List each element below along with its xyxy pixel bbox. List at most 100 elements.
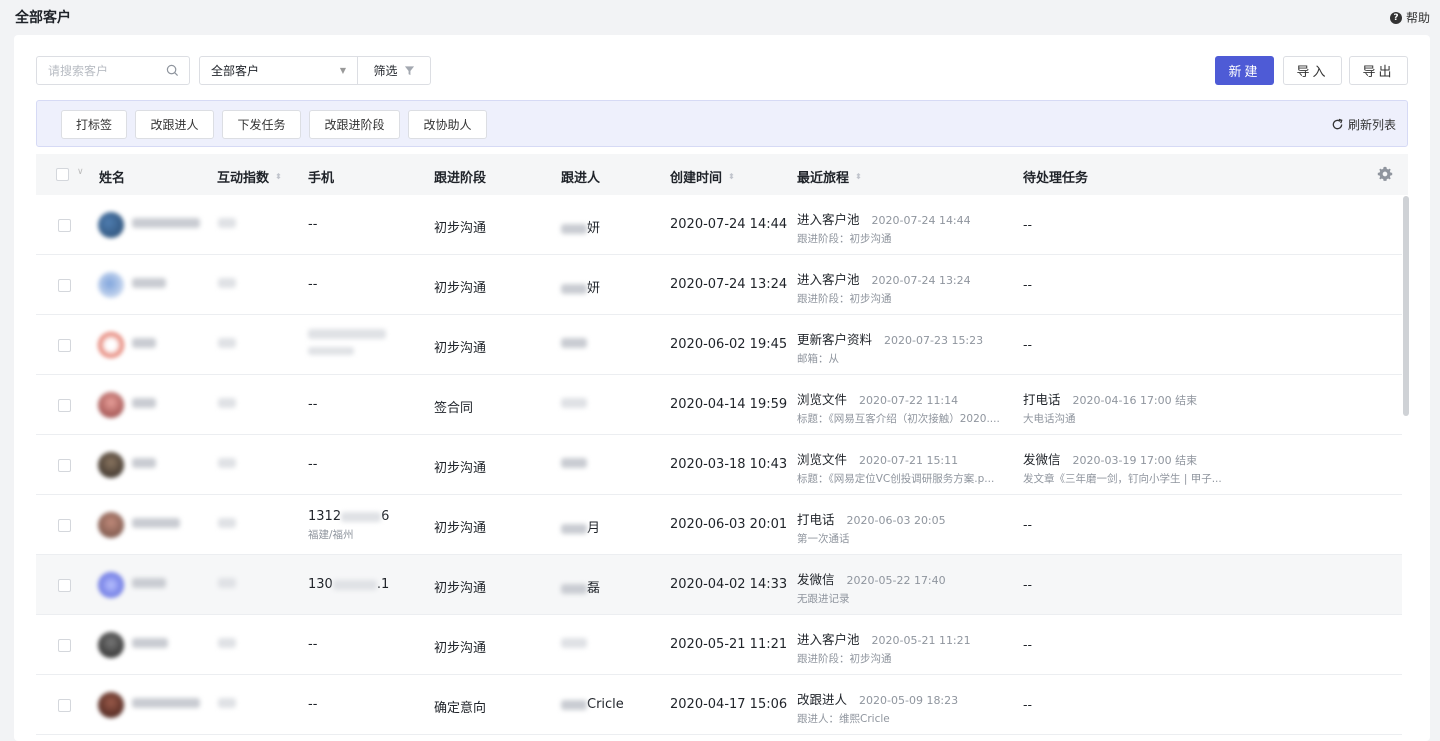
interaction-index: [218, 278, 236, 288]
follower: [561, 638, 587, 648]
table-row[interactable]: -- 签合同 2020-04-14 19:59 浏览文件 2020-07-22 1…: [36, 375, 1402, 435]
phone: --: [308, 277, 318, 292]
page-title: 全部客户: [15, 10, 71, 26]
interaction-index: [218, 578, 236, 588]
row-checkbox[interactable]: [58, 579, 71, 592]
row-checkbox[interactable]: [58, 519, 71, 532]
recent-journey: 浏览文件 2020-07-21 15:11 标题：《网易定位VC创投调研服务方案.…: [797, 452, 995, 485]
filter-label: 筛选: [373, 64, 398, 78]
search-box[interactable]: [36, 56, 190, 85]
column-header-follower: 跟进人: [561, 171, 601, 186]
follower: 磊: [561, 577, 600, 596]
new-customer-button[interactable]: 新建: [1215, 56, 1274, 85]
phone: --: [308, 457, 318, 472]
table-row[interactable]: -- 初步沟通 2020-03-18 10:43 浏览文件 2020-07-21 …: [36, 435, 1402, 495]
interaction-index: [218, 398, 236, 408]
table-row[interactable]: -- 确定意向 Cricle 2020-04-17 15:06 改跟进人 2020…: [36, 675, 1402, 735]
scope-select[interactable]: 全部客户 ▼: [200, 57, 358, 84]
recent-journey: 进入客户池 2020-07-24 14:44 跟进阶段：初步沟通: [797, 212, 971, 245]
help-link[interactable]: ? 帮助: [1389, 9, 1430, 26]
row-checkbox[interactable]: [58, 639, 71, 652]
chevron-down-icon[interactable]: ∨: [77, 167, 84, 177]
row-checkbox[interactable]: [58, 339, 71, 352]
table-scrollbar[interactable]: [1403, 196, 1409, 416]
pending-task: --: [1023, 637, 1033, 652]
search-input[interactable]: [48, 57, 168, 84]
column-header-interaction[interactable]: 互动指数 ⬍: [217, 167, 282, 186]
phone-region: [308, 347, 354, 355]
row-checkbox[interactable]: [58, 279, 71, 292]
column-header-created[interactable]: 创建时间 ⬍: [670, 167, 735, 186]
customer-name[interactable]: [132, 458, 156, 468]
filter-icon: [404, 66, 414, 76]
toolbar: 全部客户 ▼ 筛选 新建 导入 导出: [36, 56, 1408, 86]
export-button[interactable]: 导出: [1349, 56, 1408, 85]
table-row[interactable]: -- 初步沟通 2020-05-21 11:21 进入客户池 2020-05-21…: [36, 615, 1402, 675]
stage: 初步沟通: [434, 281, 487, 296]
settings-gear-icon[interactable]: [1376, 165, 1394, 183]
avatar: [98, 272, 124, 298]
change-follower-button[interactable]: 改跟进人: [135, 110, 214, 139]
help-icon: ?: [1389, 11, 1402, 24]
customer-name[interactable]: [132, 578, 166, 588]
table-row[interactable]: -- 初步沟通 妍 2020-07-24 14:44 进入客户池 2020-07-…: [36, 195, 1402, 255]
change-assistant-button[interactable]: 改协助人: [408, 110, 487, 139]
avatar: [98, 692, 124, 718]
table-row[interactable]: 初步沟通 2020-06-02 19:45 更新客户资料 2020-07-23 1…: [36, 315, 1402, 375]
stage: 初步沟通: [434, 341, 487, 356]
follower: 月: [561, 517, 600, 536]
search-icon[interactable]: [166, 64, 179, 77]
phone: --: [308, 397, 318, 412]
customer-table-body: -- 初步沟通 妍 2020-07-24 14:44 进入客户池 2020-07-…: [36, 195, 1402, 741]
avatar: [98, 392, 124, 418]
row-checkbox[interactable]: [58, 699, 71, 712]
assign-task-button[interactable]: 下发任务: [222, 110, 301, 139]
recent-journey: 更新客户资料 2020-07-23 15:23 邮箱：从: [797, 332, 984, 365]
refresh-list-button[interactable]: 刷新列表: [1331, 116, 1396, 133]
phone: --: [308, 637, 318, 652]
row-checkbox[interactable]: [58, 219, 71, 232]
scope-filter-group: 全部客户 ▼ 筛选: [199, 56, 431, 85]
avatar: [98, 632, 124, 658]
follower: Cricle: [561, 697, 624, 712]
stage: 初步沟通: [434, 641, 487, 656]
change-stage-button[interactable]: 改跟进阶段: [309, 110, 400, 139]
interaction-index: [218, 518, 236, 528]
interaction-index: [218, 338, 236, 348]
created-time: 2020-06-03 20:01: [670, 517, 788, 532]
tag-button[interactable]: 打标签: [61, 110, 127, 139]
customer-name[interactable]: [132, 518, 180, 528]
filter-button[interactable]: 筛选: [358, 57, 430, 84]
table-header: ∨ 姓名 互动指数 ⬍ 手机 跟进阶段 跟进人 创建时间 ⬍ 最近旅程 ⬍ 待处理任务: [36, 154, 1408, 195]
created-time: 2020-03-18 10:43: [670, 457, 788, 472]
import-button[interactable]: 导入: [1283, 56, 1342, 85]
interaction-index: [218, 218, 236, 228]
recent-journey: 进入客户池 2020-07-24 13:24 跟进阶段：初步沟通: [797, 272, 971, 305]
table-row[interactable]: -- 初步沟通 妍 2020-07-24 13:24 进入客户池 2020-07-…: [36, 255, 1402, 315]
customer-name[interactable]: [132, 338, 156, 348]
created-time: 2020-07-24 14:44: [670, 217, 788, 232]
pending-task: 打电话 2020-04-16 17:00 结束 大电话沟通: [1023, 392, 1198, 425]
phone: --: [308, 217, 318, 232]
column-header-journey[interactable]: 最近旅程 ⬍: [797, 167, 862, 186]
sort-icon: ⬍: [275, 171, 282, 181]
customer-name[interactable]: [132, 638, 168, 648]
row-checkbox[interactable]: [58, 399, 71, 412]
help-label: 帮助: [1405, 11, 1430, 25]
created-time: 2020-04-14 19:59: [670, 397, 788, 412]
table-row[interactable]: 1312 6 福建/福州 初步沟通 月 2020-06-03 20:01 打电话 2…: [36, 495, 1402, 555]
avatar: [98, 212, 124, 238]
pending-task: 发微信 2020-03-19 17:00 结束 发文章《三年磨一剑，钉向小学生 |…: [1023, 452, 1222, 485]
customer-name[interactable]: [132, 398, 156, 408]
select-all-checkbox[interactable]: [56, 168, 69, 181]
table-row[interactable]: 130.1 初步沟通 磊 2020-04-02 14:33 发微信 2020-05…: [36, 555, 1402, 615]
avatar: [98, 572, 124, 598]
phone: 1312 6: [308, 509, 390, 524]
refresh-label: 刷新列表: [1347, 118, 1396, 132]
row-checkbox[interactable]: [58, 459, 71, 472]
stage: 确定意向: [434, 701, 487, 716]
customer-name[interactable]: [132, 278, 166, 288]
customer-name[interactable]: [132, 698, 200, 708]
customer-name[interactable]: [132, 218, 200, 228]
recent-journey: 发微信 2020-05-22 17:40 无跟进记录: [797, 572, 946, 605]
